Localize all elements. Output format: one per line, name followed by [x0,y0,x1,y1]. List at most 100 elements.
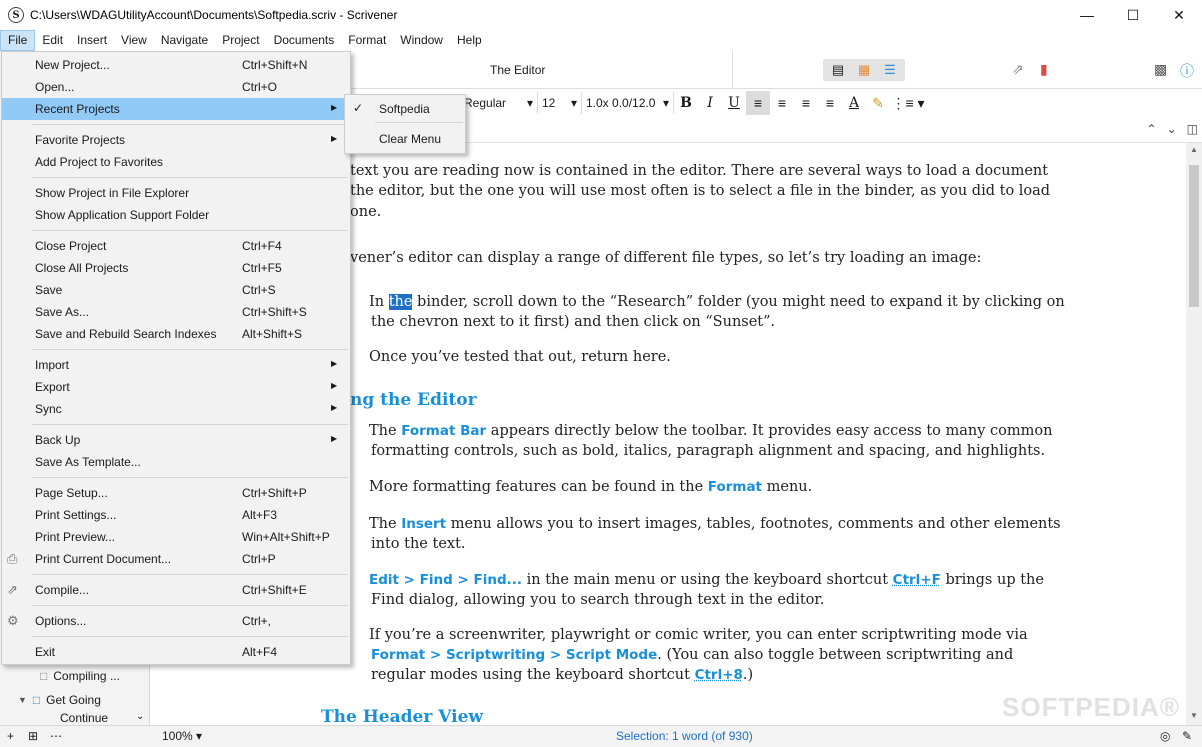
align-left-icon[interactable]: ≡ [746,91,770,115]
submenu-arrow-icon: ▶ [331,403,338,412]
font-style-select[interactable]: Regular ▾ [460,92,538,114]
text-run: The [369,516,402,532]
minimize-icon[interactable]: — [1064,0,1110,30]
chevron-up-icon[interactable]: ⌃ [1147,122,1157,136]
highlighter-icon[interactable]: ✎ [866,91,890,115]
document-view-icon[interactable]: ▤ [825,61,851,79]
binder-scrollbar[interactable]: ⌄ [134,671,148,725]
text-run: The [369,423,402,439]
target-icon[interactable]: ◎ [1160,729,1170,743]
menu-view[interactable]: View [114,30,154,51]
split-view-icon[interactable]: ◫ [1187,122,1198,136]
menu-show-in-explorer[interactable]: Show Project in File Explorer [2,182,350,204]
bold-button[interactable]: B [674,91,698,115]
binder-item-get-going[interactable]: ▼ □ Get Going [18,689,101,711]
align-justify-icon[interactable]: ≡ [794,91,818,115]
editor-line: More formatting features can be found in… [369,477,812,497]
inspector-icon[interactable]: ▩ [1154,61,1167,78]
menu-documents[interactable]: Documents [267,30,342,51]
folder-icon: □ [32,693,41,707]
share-icon[interactable]: ⇗ [1012,61,1024,78]
underline-button[interactable]: U [722,91,746,115]
line-spacing-value: 1.0x 0.0/12.0 [586,96,656,110]
list-icon[interactable]: ⋮≡ ▾ [890,91,926,115]
editor-line: one. [350,204,382,220]
menu-export[interactable]: Export ▶ [2,376,350,398]
chevron-up-icon[interactable]: ▲ [1190,145,1198,154]
editor-line: Once you’ve tested that out, return here… [369,349,671,365]
menu-save-rebuild[interactable]: Save and Rebuild Search Indexes Alt+Shift… [2,323,350,345]
maximize-icon[interactable]: ☐ [1110,0,1156,30]
text-run: .) [742,667,754,683]
font-style-value: Regular [464,96,507,110]
editor-line: vener’s editor can display a range of di… [350,250,982,266]
menu-save-as[interactable]: Save As... Ctrl+Shift+S [2,301,350,323]
menu-show-support-folder[interactable]: Show Application Support Folder [2,204,350,226]
zoom-select[interactable]: 100% ▾ [162,729,202,743]
menu-print-current[interactable]: ⎙ Print Current Document... Ctrl+P [2,548,350,570]
format-bar: Regular ▾ 12 ▾ 1.0x 0.0/12.0 ▾ B I U ≡ ≡ ≡ … [460,89,1202,117]
menu-compile[interactable]: ⇗ Compile... Ctrl+Shift+E [2,579,350,601]
highlight-term: Insert [401,516,447,532]
menu-add-to-favorites[interactable]: Add Project to Favorites [2,151,350,173]
selected-text: the [388,294,413,310]
menu-import[interactable]: Import ▶ [2,354,350,376]
menu-print-settings[interactable]: Print Settings... Alt+F3 [2,504,350,526]
add-icon[interactable]: + [7,729,14,743]
menu-file[interactable]: File [0,30,36,51]
italic-button[interactable]: I [698,91,722,115]
recent-project-softpedia[interactable]: ✓ Softpedia [345,97,465,121]
line-spacing-select[interactable]: 1.0x 0.0/12.0 ▾ [582,92,674,114]
align-center-icon[interactable]: ≡ [770,91,794,115]
menu-exit[interactable]: Exit Alt+F4 [2,641,350,663]
menu-edit[interactable]: Edit [35,30,70,51]
menu-window[interactable]: Window [393,30,450,51]
menu-help[interactable]: Help [450,30,489,51]
outliner-view-icon[interactable]: ☰ [877,61,903,79]
clear-menu-item[interactable]: Clear Menu [345,127,465,151]
chevron-down-icon[interactable]: ⌄ [1167,122,1177,136]
text-color-icon[interactable]: A [842,91,866,115]
menu-new-project[interactable]: New Project... Ctrl+Shift+N [2,54,350,76]
close-icon[interactable]: ✕ [1156,0,1202,30]
menu-page-setup[interactable]: Page Setup... Ctrl+Shift+P [2,482,350,504]
font-size-select[interactable]: 12 ▾ [538,92,582,114]
editor-line: Edit > Find > Find... in the main menu o… [369,570,1044,590]
corkboard-view-icon[interactable]: ▦ [851,61,877,79]
edit-icon[interactable]: ✎ [1182,729,1192,743]
menu-divider [32,574,348,575]
info-icon[interactable]: ⓘ [1180,61,1194,81]
align-right-icon[interactable]: ≡ [818,91,842,115]
menu-recent-projects[interactable]: Recent Projects ▶ [2,98,350,120]
text-run: In [369,294,389,310]
chevron-down-icon[interactable]: ⌄ [136,711,144,722]
menu-favorite-projects[interactable]: Favorite Projects ▶ [2,129,350,151]
menu-options[interactable]: ⚙ Options... Ctrl+, [2,610,350,632]
menu-close-all-projects[interactable]: Close All Projects Ctrl+F5 [2,257,350,279]
editor-scrollbar[interactable]: ▲ ▼ [1186,143,1202,725]
add-folder-icon[interactable]: ⊞ [28,729,38,743]
scrivener-app-icon: S [8,7,24,23]
chevron-down-icon[interactable]: ▼ [1190,711,1198,720]
more-icon[interactable]: ⋯ [50,729,62,743]
binder-item-compiling[interactable]: □ Compiling ... [40,665,120,687]
menu-project[interactable]: Project [215,30,266,51]
menu-divider [32,605,348,606]
scrollbar-thumb[interactable] [1189,165,1199,307]
highlight-term: Format [707,479,763,495]
watermark: SOFTPEDIA® [1002,692,1180,722]
binder-item-continue[interactable]: Continue [60,711,108,725]
menu-back-up[interactable]: Back Up ▶ [2,429,350,451]
menu-navigate[interactable]: Navigate [154,30,215,51]
section-heading: The Header View [321,707,484,725]
menu-insert[interactable]: Insert [70,30,114,51]
menu-open[interactable]: Open... Ctrl+O [2,76,350,98]
menu-format[interactable]: Format [341,30,393,51]
menu-print-preview[interactable]: Print Preview... Win+Alt+Shift+P [2,526,350,548]
menu-close-project[interactable]: Close Project Ctrl+F4 [2,235,350,257]
menu-save[interactable]: Save Ctrl+S [2,279,350,301]
menu-save-as-template[interactable]: Save As Template... [2,451,350,473]
text-run: regular modes using the keyboard shortcu… [371,667,695,683]
bookmark-icon[interactable]: ▮ [1040,61,1048,78]
menu-sync[interactable]: Sync ▶ [2,398,350,420]
